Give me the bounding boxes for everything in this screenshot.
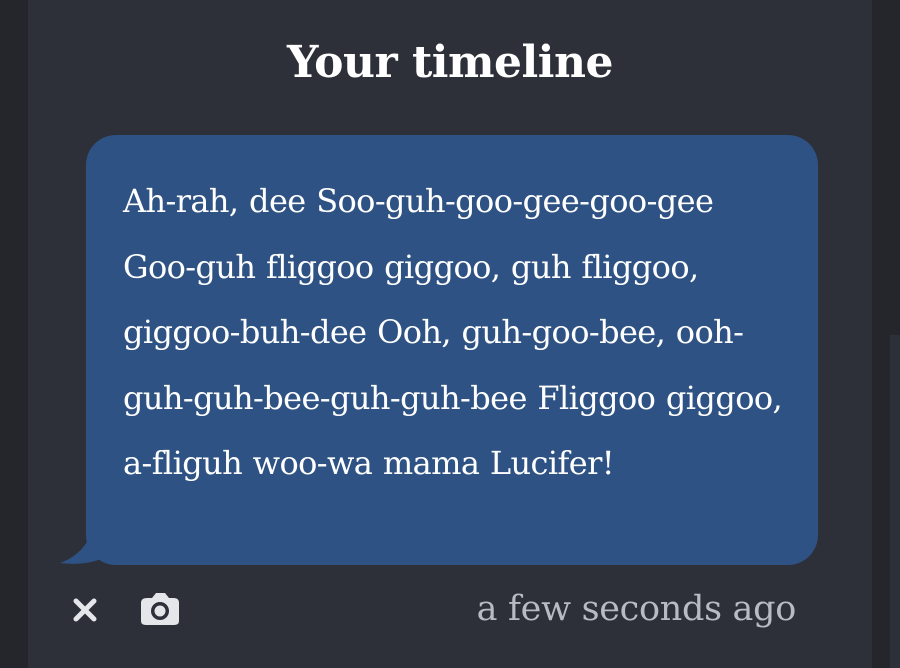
message-text: Ah-rah, dee Soo-guh-goo-gee-goo-gee Goo-…: [123, 182, 783, 482]
message-bubble[interactable]: Ah-rah, dee Soo-guh-goo-gee-goo-gee Goo-…: [86, 135, 818, 565]
camera-icon[interactable]: [138, 590, 182, 628]
message-timestamp: a few seconds ago: [476, 589, 797, 629]
close-icon[interactable]: [69, 594, 101, 626]
